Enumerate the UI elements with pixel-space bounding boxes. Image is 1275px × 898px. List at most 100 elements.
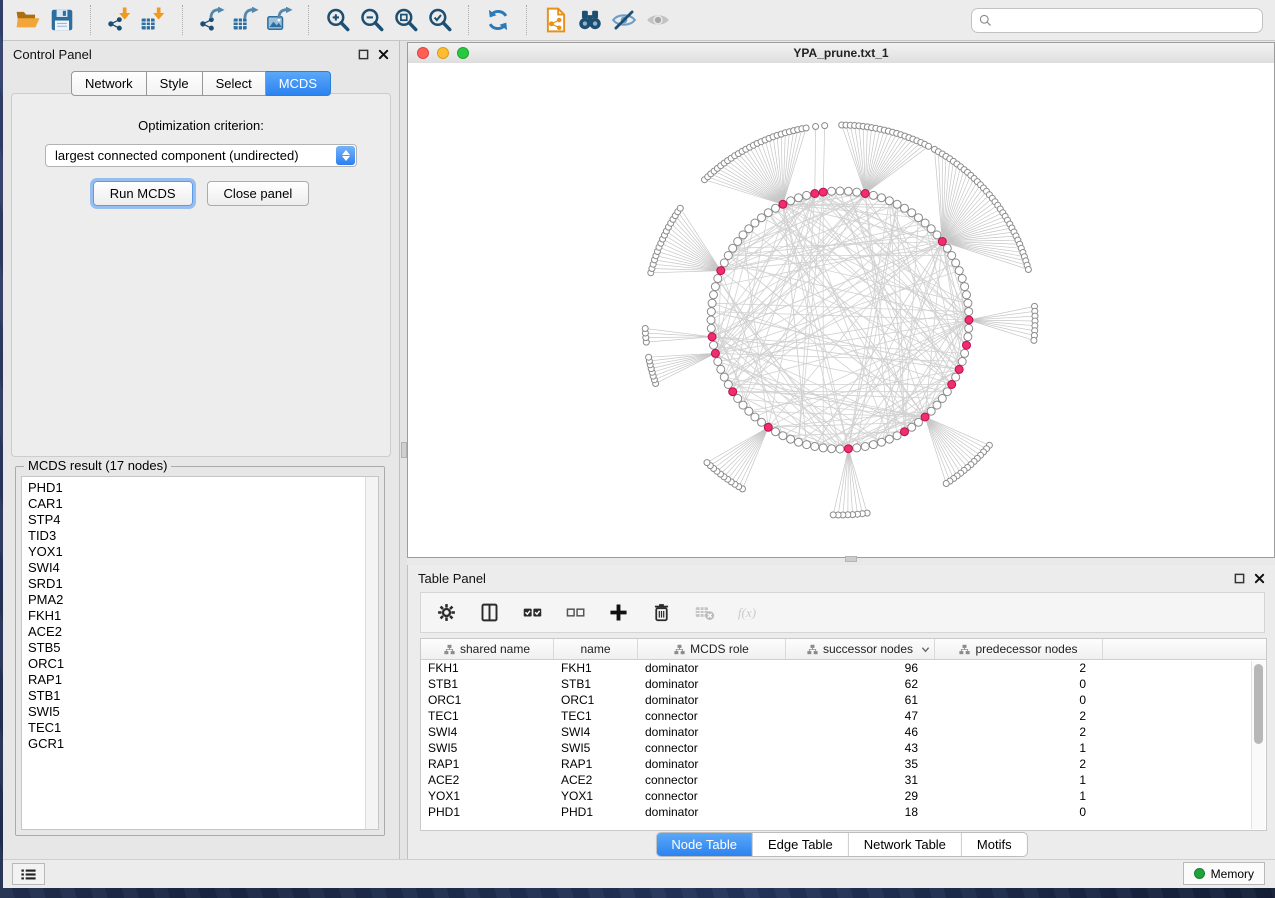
tab-motifs[interactable]: Motifs (961, 833, 1027, 856)
cell-MCDS-role: dominator (638, 757, 786, 771)
table-header-row: shared namenameMCDS rolesuccessor nodesp… (421, 639, 1266, 660)
cell-MCDS-role: connector (638, 741, 786, 755)
import-network-icon[interactable] (103, 4, 137, 36)
window-close-icon[interactable] (417, 47, 429, 59)
close-panel-icon[interactable] (378, 49, 389, 60)
window-minimize-icon[interactable] (437, 47, 449, 59)
show-all-icon[interactable] (641, 4, 675, 36)
mcds-result-node[interactable]: FKH1 (28, 608, 378, 624)
mcds-list-scrollbar[interactable] (365, 477, 378, 829)
export-network-icon[interactable] (195, 4, 229, 36)
search-network-icon[interactable] (573, 4, 607, 36)
column-header-name[interactable]: name (554, 639, 638, 659)
clone-network-icon[interactable] (539, 4, 573, 36)
cell-MCDS-role: dominator (638, 661, 786, 675)
tab-style[interactable]: Style (147, 71, 203, 96)
zoom-in-icon[interactable] (321, 4, 355, 36)
mcds-result-node[interactable]: STB5 (28, 640, 378, 656)
table-scrollbar[interactable] (1251, 661, 1265, 829)
criterion-select[interactable]: largest connected component (undirected) (45, 144, 357, 167)
search-input[interactable] (993, 12, 1256, 29)
mcds-result-list[interactable]: PHD1CAR1STP4TID3YOX1SWI4SRD1PMA2FKH1ACE2… (21, 476, 379, 830)
table-row[interactable]: SWI5SWI5connector431 (421, 740, 1266, 756)
window-zoom-icon[interactable] (457, 47, 469, 59)
mcds-result-node[interactable]: YOX1 (28, 544, 378, 560)
network-canvas[interactable] (408, 63, 1274, 557)
table-row[interactable]: ACE2ACE2connector311 (421, 772, 1266, 788)
cell-successor-nodes: 62 (786, 677, 935, 691)
zoom-selected-icon[interactable] (423, 4, 457, 36)
table-row[interactable]: PHD1PHD1dominator180 (421, 804, 1266, 820)
zoom-fit-icon[interactable] (389, 4, 423, 36)
save-session-icon[interactable] (45, 4, 79, 36)
cell-MCDS-role: dominator (638, 725, 786, 739)
tab-network[interactable]: Network (71, 71, 147, 96)
refresh-layout-icon[interactable] (481, 4, 515, 36)
float-panel-icon[interactable] (358, 49, 369, 60)
memory-button[interactable]: Memory (1183, 862, 1265, 885)
column-header-MCDS-role[interactable]: MCDS role (638, 639, 786, 659)
network-graph[interactable] (408, 63, 1274, 557)
select-all-icon[interactable] (519, 600, 545, 626)
mcds-result-node[interactable]: SRD1 (28, 576, 378, 592)
table-row[interactable]: YOX1YOX1connector291 (421, 788, 1266, 804)
tab-select[interactable]: Select (203, 71, 266, 96)
tab-edge-table[interactable]: Edge Table (752, 833, 848, 856)
tab-network-table[interactable]: Network Table (848, 833, 961, 856)
table-row[interactable]: ORC1ORC1dominator610 (421, 692, 1266, 708)
cell-name: SWI5 (554, 741, 638, 755)
task-history-button[interactable] (12, 863, 45, 885)
horizontal-splitter-handle[interactable] (845, 556, 857, 562)
network-window-titlebar[interactable]: YPA_prune.txt_1 (408, 43, 1274, 64)
mcds-result-node[interactable]: PMA2 (28, 592, 378, 608)
cell-MCDS-role: dominator (638, 677, 786, 691)
table-settings-icon[interactable] (433, 600, 459, 626)
hide-selection-icon[interactable] (607, 4, 641, 36)
cell-predecessor-nodes: 1 (935, 789, 1103, 803)
table-scrollbar-thumb[interactable] (1254, 664, 1263, 744)
mcds-result-node[interactable]: STB1 (28, 688, 378, 704)
toolbar-separator (468, 5, 470, 35)
table-row[interactable]: STB1STB1dominator620 (421, 676, 1266, 692)
tab-node-table[interactable]: Node Table (656, 833, 752, 856)
mcds-result-node[interactable]: CAR1 (28, 496, 378, 512)
cell-name: ORC1 (554, 693, 638, 707)
close-table-panel-icon[interactable] (1254, 573, 1265, 584)
float-table-panel-icon[interactable] (1234, 573, 1245, 584)
mcds-result-node[interactable]: GCR1 (28, 736, 378, 752)
mcds-result-node[interactable]: SWI4 (28, 560, 378, 576)
export-table-icon[interactable] (229, 4, 263, 36)
import-table-icon[interactable] (137, 4, 171, 36)
tab-mcds[interactable]: MCDS (266, 71, 331, 96)
task-list-icon (20, 867, 37, 882)
network-window-title: YPA_prune.txt_1 (793, 46, 888, 60)
cell-successor-nodes: 43 (786, 741, 935, 755)
table-row[interactable]: SWI4SWI4dominator462 (421, 724, 1266, 740)
table-panel: Table Panel f(x) shared namenameMCDS rol… (407, 565, 1275, 860)
add-column-icon[interactable] (605, 600, 631, 626)
mcds-result-node[interactable]: TID3 (28, 528, 378, 544)
delete-column-icon[interactable] (648, 600, 674, 626)
table-row[interactable]: FKH1FKH1dominator962 (421, 660, 1266, 676)
mcds-result-node[interactable]: PHD1 (28, 480, 378, 496)
column-header-shared-name[interactable]: shared name (421, 639, 554, 659)
show-columns-icon[interactable] (476, 600, 502, 626)
column-header-successor-nodes[interactable]: successor nodes (786, 639, 935, 659)
mcds-result-node[interactable]: ACE2 (28, 624, 378, 640)
export-image-icon[interactable] (263, 4, 297, 36)
search-box[interactable] (971, 8, 1263, 33)
open-file-icon[interactable] (11, 4, 45, 36)
zoom-out-icon[interactable] (355, 4, 389, 36)
table-row[interactable]: RAP1RAP1dominator352 (421, 756, 1266, 772)
column-header-predecessor-nodes[interactable]: predecessor nodes (935, 639, 1103, 659)
deselect-all-icon[interactable] (562, 600, 588, 626)
mcds-result-node[interactable]: ORC1 (28, 656, 378, 672)
run-mcds-button[interactable]: Run MCDS (93, 181, 193, 206)
mcds-result-node[interactable]: STP4 (28, 512, 378, 528)
table-row[interactable]: TEC1TEC1connector472 (421, 708, 1266, 724)
search-icon (978, 13, 993, 28)
mcds-result-node[interactable]: SWI5 (28, 704, 378, 720)
close-panel-button[interactable]: Close panel (207, 181, 310, 206)
mcds-result-node[interactable]: RAP1 (28, 672, 378, 688)
mcds-result-node[interactable]: TEC1 (28, 720, 378, 736)
